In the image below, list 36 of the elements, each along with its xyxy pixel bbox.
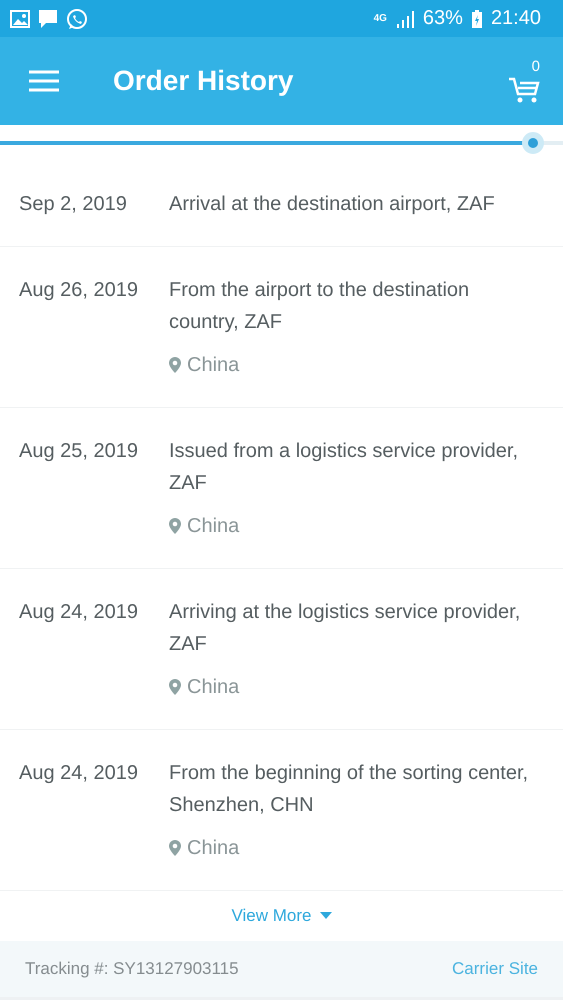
screen-title: Order History [113, 65, 294, 97]
cart-count: 0 [532, 59, 540, 74]
event-description: Arrival at the destination airport, ZAF [169, 192, 496, 217]
carrier-site-link[interactable]: Carrier Site [452, 959, 538, 979]
event-location: China [187, 514, 240, 538]
location-pin-icon [169, 679, 181, 695]
battery-percent: 63% [422, 7, 463, 30]
view-more-link[interactable]: View More [232, 906, 332, 926]
progress-thumb [522, 132, 544, 154]
location-pin-icon [169, 840, 181, 856]
caret-down-icon [320, 912, 332, 920]
event-date: Aug 25, 2019 [19, 439, 139, 464]
event-description: From the beginning of the sorting center, Shenzhen, CHN [169, 761, 530, 818]
phone-chat-icon [66, 8, 88, 30]
menu-icon[interactable] [28, 69, 60, 93]
event-description: Arriving at the logistics service provider, ZAF [169, 600, 522, 657]
signal-icon [394, 8, 415, 28]
clock: 21:40 [490, 7, 541, 30]
message-icon [38, 8, 58, 28]
event-date: Aug 24, 2019 [19, 761, 139, 786]
cart-icon [508, 77, 540, 103]
event-date: Aug 24, 2019 [19, 600, 139, 625]
network-label: 4G [374, 13, 387, 24]
event-description: From the airport to the destination country, ZAF [169, 278, 470, 335]
tracking-number: Tracking #: SY13127903115 [25, 959, 239, 979]
cart-button[interactable]: 0 [508, 59, 542, 103]
event-date: Sep 2, 2019 [19, 192, 128, 217]
event-location: China [187, 836, 240, 860]
event-location: China [187, 354, 240, 376]
event-location: China [187, 676, 240, 698]
location-pin-icon [169, 518, 181, 534]
location-pin-icon [169, 357, 181, 373]
event-description: Issued from a logistics service provider, ZAF [169, 439, 520, 496]
battery-icon [470, 8, 483, 28]
image-icon [10, 10, 30, 28]
event-date: Aug 26, 2019 [19, 278, 139, 303]
